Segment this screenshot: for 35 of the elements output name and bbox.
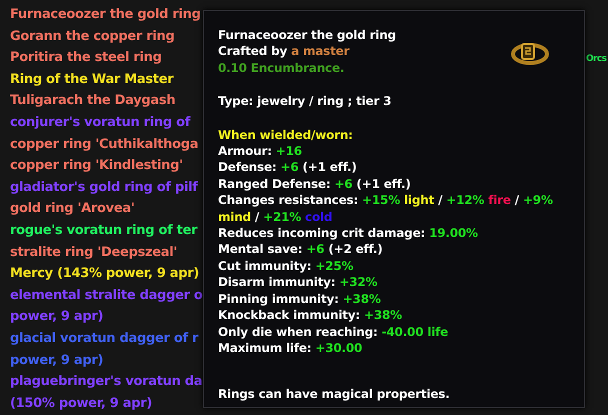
tooltip-line: When wielded/worn: <box>218 126 354 144</box>
inventory-item[interactable]: copper ring 'Kindlesting' <box>10 155 205 177</box>
tooltip-line: Maximum life: +30.00 <box>218 340 364 356</box>
tooltip-line: Type: jewelry / ring ; tier 3 <box>218 93 392 110</box>
inventory-item[interactable]: Gorann the copper ring <box>10 26 205 48</box>
tooltip-line: Pinning immunity: +38% <box>218 290 382 308</box>
tooltip-line: 0.10 Encumbrance. <box>218 60 346 76</box>
inventory-item[interactable]: Mercy (143% power, 9 apr) <box>10 263 205 285</box>
tooltip-line: Knockback immunity: +38% <box>218 307 403 324</box>
inventory-item[interactable]: Poritira the steel ring <box>10 47 205 69</box>
tooltip-line: Crafted by a master <box>218 43 350 60</box>
inventory-item[interactable]: Furnaceoozer the gold ring <box>10 4 205 26</box>
tooltip-line: Furnaceoozer the gold ring <box>218 27 397 44</box>
inventory-item[interactable]: Ring of the War Master <box>10 68 205 90</box>
inventory-item[interactable]: gladiator's gold ring of pilf <box>10 176 205 198</box>
inventory-item[interactable]: glacial voratun dagger of r power, 9 apr) <box>10 328 205 372</box>
inventory-item[interactable]: stralite ring 'Deepszeal' <box>10 242 205 264</box>
tooltip-line: Changes resistances: +15% light / +12% fire / +9% mind / +21% cold <box>218 192 554 226</box>
quest-title: Orcs <box>586 54 606 64</box>
tooltip-line: Rings can have magical properties. <box>218 386 451 403</box>
tooltip-line: Defense: +6 (+1 eff.) <box>218 159 358 176</box>
tooltip-line: Only die when reaching: -40.00 life <box>218 324 450 340</box>
inventory-item[interactable]: conjurer's voratun ring of <box>10 112 205 134</box>
tooltip-line: Disarm immunity: +32% <box>218 274 378 291</box>
tooltip-line: Reduces incoming crit damage: 19.00% <box>218 225 479 242</box>
inventory-item[interactable]: copper ring 'Cuthikalthoga <box>10 134 205 156</box>
tooltip-line: Ranged Defense: +6 (+1 eff.) <box>218 176 412 192</box>
inventory-item[interactable]: rogue's voratun ring of ter <box>10 220 205 242</box>
tooltip-line: Armour: +16 <box>218 143 303 160</box>
inventory-item[interactable]: elemental stralite dagger o power, 9 apr) <box>10 284 205 328</box>
tooltip-line: Mental save: +6 (+2 eff.) <box>218 241 384 258</box>
inventory-item[interactable]: gold ring 'Arovea' <box>10 198 205 220</box>
inventory-item[interactable]: Tuligarach the Daygash <box>10 90 205 112</box>
tooltip-line: Cut immunity: +25% <box>218 258 354 274</box>
inventory-item[interactable]: plaguebringer's voratun da (150% power, 9 apr) <box>10 371 205 414</box>
